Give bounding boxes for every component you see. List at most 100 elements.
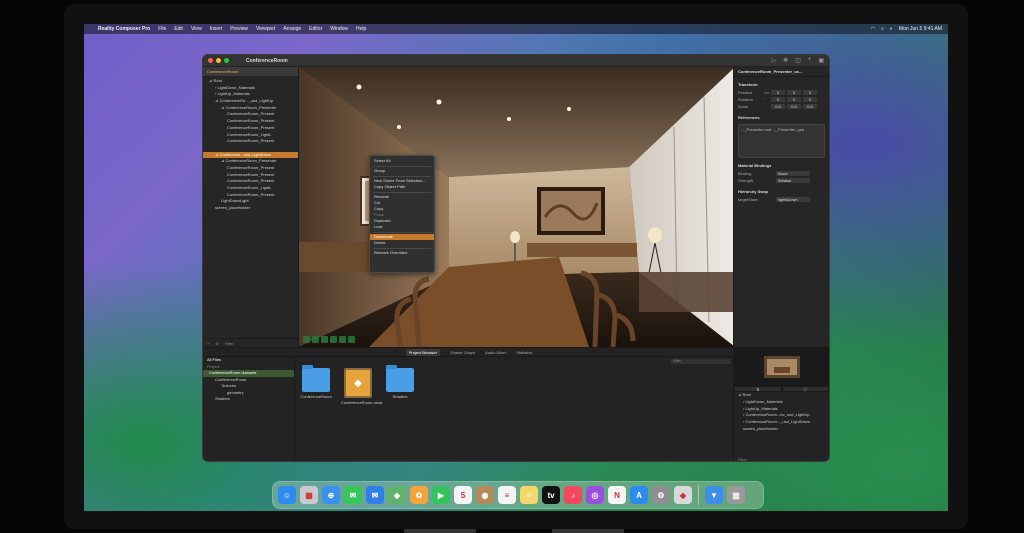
trash-icon[interactable]: ▥ — [727, 486, 745, 504]
outliner-row[interactable]: ConferenceRoom_Present — [203, 165, 298, 172]
viewport-snap-button[interactable] — [348, 336, 355, 343]
add-entity-icon[interactable]: + — [207, 341, 209, 346]
spotlight-search-icon[interactable]: ⌕ — [881, 26, 884, 32]
outliner-row[interactable]: › LightUp_Materials — [203, 91, 298, 98]
finder-icon[interactable]: ☺ — [278, 486, 296, 504]
file-item[interactable]: ConferenceRoom — [299, 365, 333, 405]
file-tree-item[interactable]: Shaders — [203, 396, 294, 403]
contacts-icon[interactable]: ◉ — [476, 486, 494, 504]
context-menu-item[interactable]: Delete — [370, 240, 434, 246]
transform-icon[interactable]: ✥ — [783, 57, 788, 64]
menu-window[interactable]: Window — [330, 26, 348, 32]
outliner-row[interactable]: ConferenceRoom_Present — [203, 192, 298, 199]
music-icon[interactable]: ♪ — [564, 486, 582, 504]
facetime-icon[interactable]: ▶ — [432, 486, 450, 504]
menu-clock[interactable]: Mon Jun 5 9:41 AM — [899, 26, 942, 32]
calendar-icon[interactable]: 5 — [454, 486, 472, 504]
preview-filter-input[interactable]: Filter — [738, 457, 747, 461]
menu-insert[interactable]: Insert — [210, 26, 223, 32]
filter-icon[interactable]: ⊜ — [215, 341, 218, 346]
hierarchy-swap-section-header[interactable]: Hierarchy Swap — [734, 187, 829, 196]
outliner-row[interactable]: LightDownLight — [203, 198, 298, 205]
apple-tv-icon[interactable]: tv — [542, 486, 560, 504]
preview-tree-item[interactable]: ⊿ Root — [734, 392, 829, 399]
hierarchy-swap-dropdown[interactable]: lightsDown — [776, 197, 810, 202]
preview-tree-item[interactable]: › ConferenceRoom...for_usd_LightUp — [734, 412, 829, 419]
file-item[interactable]: ◆ ConferenceRoom.usda — [341, 368, 382, 405]
menu-file[interactable]: File — [158, 26, 166, 32]
preview-tab-info[interactable]: ⓘ — [781, 386, 829, 392]
reality-composer-icon[interactable]: ◆ — [674, 486, 692, 504]
launchpad-icon[interactable]: ▦ — [300, 486, 318, 504]
outliner-row[interactable]: screen_placeholder — [203, 205, 298, 212]
close-button[interactable] — [208, 58, 213, 63]
preview-tree-item[interactable]: › ConferenceRoom..._usd_LightDown — [734, 419, 829, 426]
menu-help[interactable]: Help — [356, 26, 366, 32]
messages-icon[interactable]: ✉ — [344, 486, 362, 504]
project-browser-filter-input[interactable]: Filter — [671, 359, 731, 364]
outliner-row[interactable]: ConferenceRoom_LightL — [203, 132, 298, 139]
outliner-row[interactable]: ConferenceRoom_Present — [203, 125, 298, 132]
outliner-row[interactable]: ⊿ ConferenceRoom_Presenter — [203, 158, 298, 165]
viewport-move-button[interactable] — [321, 336, 328, 343]
file-item[interactable]: Shaders — [383, 365, 417, 405]
add-icon[interactable]: + — [808, 57, 812, 64]
transform-x-field[interactable]: 0 — [771, 97, 785, 102]
viewport-camera-button[interactable] — [312, 336, 319, 343]
system-settings-icon[interactable]: ⚙ — [652, 486, 670, 504]
news-icon[interactable]: N — [608, 486, 626, 504]
scene-tab[interactable]: ConferenceRoom — [203, 67, 298, 76]
transform-y-field[interactable]: 0 — [787, 97, 801, 102]
menu-editor[interactable]: Editor — [309, 26, 322, 32]
context-menu-item[interactable]: Copy Object Path — [370, 184, 434, 190]
context-menu-item[interactable]: Lock — [370, 224, 434, 230]
viewport-rotate-button[interactable] — [330, 336, 337, 343]
outliner-row[interactable] — [203, 145, 298, 152]
outliner-row[interactable]: ConferenceRoom_LightL — [203, 185, 298, 192]
downloads-folder-icon[interactable]: ▼ — [705, 486, 723, 504]
menu-arrange[interactable]: Arrange — [283, 26, 301, 32]
menu-viewport[interactable]: Viewport — [256, 26, 275, 32]
preview-tree-item[interactable]: screen_placeholder — [734, 426, 829, 433]
transform-section-header[interactable]: Transform — [734, 80, 829, 89]
transform-x-field[interactable]: 0 — [771, 90, 785, 95]
outliner-row[interactable]: › LightDown_Materials — [203, 85, 298, 92]
outliner-row[interactable]: ConferenceRoom_Present — [203, 172, 298, 179]
scene-thumbnail[interactable] — [734, 348, 829, 386]
podcasts-icon[interactable]: ◎ — [586, 486, 604, 504]
camera-icon[interactable]: ◫ — [795, 57, 801, 64]
references-section-header[interactable]: References — [734, 113, 829, 122]
outliner-row[interactable]: ⊿ ConferenceRoom_Presenter — [203, 105, 298, 112]
minimize-button[interactable] — [216, 58, 221, 63]
outliner-row[interactable]: ConferenceRoom_Present — [203, 111, 298, 118]
app-store-icon[interactable]: A — [630, 486, 648, 504]
viewport-grid-button[interactable] — [303, 336, 310, 343]
context-menu-item[interactable]: Select All — [370, 158, 434, 164]
maps-icon[interactable]: ◈ — [388, 486, 406, 504]
outliner-row[interactable]: ⊿ ConferenceRo..._usd_LightUp — [203, 98, 298, 105]
context-menu-item[interactable]: Group — [370, 168, 434, 174]
notes-icon[interactable]: ≡ — [520, 486, 538, 504]
references-list[interactable]: ..._Presenter.usd ..._Presenter_geo — [738, 124, 825, 158]
control-center-icon[interactable]: ◐ — [890, 26, 893, 32]
tab-project-browser[interactable]: Project Browser — [405, 348, 440, 356]
outliner-row[interactable]: ⊿ Conference...usd_LightDown — [203, 151, 298, 159]
outliner-row[interactable]: ConferenceRoom_Present — [203, 118, 298, 125]
outliner-filter-input[interactable]: Filter — [225, 341, 234, 346]
tab-shader-graph[interactable]: Shader Graph — [450, 350, 475, 355]
play-icon[interactable]: ▷ — [771, 57, 776, 64]
photos-icon[interactable]: ✿ — [410, 486, 428, 504]
transform-z-field[interactable]: 0 — [803, 90, 817, 95]
menu-preview[interactable]: Preview — [230, 26, 248, 32]
mail-icon[interactable]: ✉ — [366, 486, 384, 504]
context-menu-item[interactable]: Remove Overrides — [370, 250, 434, 256]
tab-statistics[interactable]: Statistics — [516, 350, 532, 355]
tab-audio-mixer[interactable]: Audio Mixer — [485, 350, 506, 355]
transform-y-field[interactable]: 0 — [787, 90, 801, 95]
transform-z-field[interactable]: 0 — [803, 97, 817, 102]
transform-z-field[interactable]: 0.0 — [803, 104, 817, 109]
inspector-toggle-icon[interactable]: ▣ — [818, 57, 824, 64]
transform-x-field[interactable]: 0.0 — [771, 104, 785, 109]
outliner-row[interactable]: ConferenceRoom_Present — [203, 178, 298, 185]
menu-view[interactable]: View — [191, 26, 202, 32]
